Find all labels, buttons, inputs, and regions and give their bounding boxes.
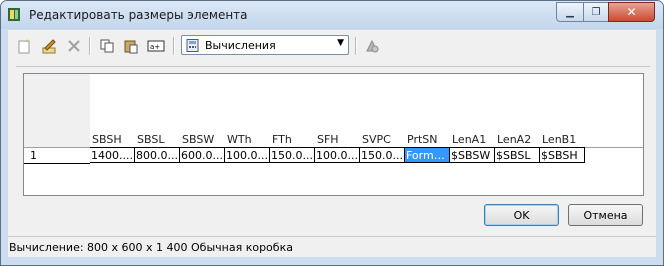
app-icon — [8, 8, 20, 21]
column-header[interactable]: FTh — [272, 133, 292, 146]
grid-header: SBSH SBSL SBSW WTh FTh SFH SVPC PrtSN Le… — [90, 74, 643, 147]
column-header[interactable]: SFH — [317, 133, 339, 146]
grid-cell[interactable]: $SBSL — [495, 147, 540, 163]
column-header[interactable]: SBSW — [182, 133, 214, 146]
apply-icon[interactable] — [362, 36, 382, 56]
grid-cell[interactable]: 150.0... — [270, 147, 315, 163]
close-button[interactable]: ✕ — [608, 2, 655, 22]
maximize-button[interactable]: ❐ — [583, 2, 609, 22]
column-header[interactable]: LenA1 — [452, 133, 486, 146]
column-header[interactable]: LenB1 — [542, 133, 576, 146]
column-header[interactable]: WTh — [227, 133, 252, 146]
edit-icon[interactable] — [39, 36, 59, 56]
status-text: Вычисление: 800 x 600 x 1 400 Обычная ко… — [9, 241, 293, 254]
column-header[interactable]: SBSL — [137, 133, 164, 146]
calculation-select[interactable]: Вычисления ▼ — [181, 35, 349, 55]
grid-cell[interactable]: $SBSW — [450, 147, 495, 163]
titlebar[interactable]: Редактировать размеры элемента ▁ ❐ ✕ — [1, 1, 663, 29]
row-number[interactable]: 1 — [24, 147, 90, 164]
grid-cell-selected[interactable]: Forma... — [405, 147, 450, 163]
delete-icon[interactable] — [64, 36, 84, 56]
grid-cell[interactable]: 600.0... — [180, 147, 225, 163]
column-header[interactable]: LenA2 — [497, 133, 531, 146]
status-bar: Вычисление: 800 x 600 x 1 400 Обычная ко… — [8, 236, 656, 258]
toolbar: a+ Вычисления ▼ — [8, 30, 656, 61]
calculation-select-value: Вычисления — [205, 39, 276, 52]
dialog-window: Редактировать размеры элемента ▁ ❐ ✕ a+ — [0, 0, 664, 266]
copy-icon[interactable] — [97, 36, 117, 56]
grid-cell[interactable]: 800.0... — [135, 147, 180, 163]
column-header[interactable]: PrtSN — [407, 133, 438, 146]
minimize-button[interactable]: ▁ — [556, 2, 584, 22]
ok-button[interactable]: OK — [484, 204, 559, 226]
grid-cell[interactable]: 150.0... — [360, 147, 405, 163]
column-header[interactable]: SBSH — [92, 133, 122, 146]
grid-cell[interactable]: $SBSH — [540, 147, 585, 163]
grid-cell[interactable]: 1400.... — [90, 147, 135, 163]
window-title: Редактировать размеры элемента — [29, 8, 248, 22]
calculator-icon — [186, 39, 199, 52]
grid-corner — [24, 74, 91, 147]
grid-cell[interactable]: 100.0... — [315, 147, 360, 163]
grid-cell[interactable]: 100.0... — [225, 147, 270, 163]
svg-text:a+: a+ — [150, 43, 160, 51]
chevron-down-icon: ▼ — [337, 38, 344, 48]
new-row-icon[interactable] — [14, 36, 34, 56]
divider — [16, 66, 650, 67]
column-header[interactable]: SVPC — [362, 133, 391, 146]
cancel-button[interactable]: Отмена — [568, 204, 643, 226]
field-icon[interactable]: a+ — [146, 36, 166, 56]
dialog-client: a+ Вычисления ▼ SBSH SBSL SBSW WTh FTh S… — [8, 30, 656, 257]
paste-icon[interactable] — [121, 36, 141, 56]
dimensions-grid[interactable]: SBSH SBSL SBSW WTh FTh SFH SVPC PrtSN Le… — [23, 73, 644, 196]
